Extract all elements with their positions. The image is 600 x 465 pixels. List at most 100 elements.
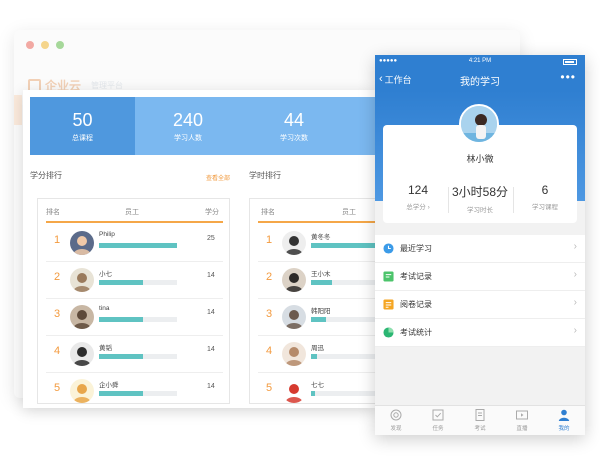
employee-name: 黄韬 — [99, 345, 112, 352]
total-credits-metric[interactable]: 124 总学分 › — [386, 183, 450, 211]
battery-icon — [563, 59, 577, 65]
progress-track — [99, 317, 177, 322]
progress-track — [311, 317, 375, 322]
sidebar-highlight — [14, 95, 22, 125]
avatar-photo — [282, 342, 306, 366]
employee-name: 黄冬冬 — [311, 234, 331, 241]
progress-track — [99, 280, 177, 285]
tab-live[interactable]: 直播 — [501, 406, 543, 435]
metric-label: 学习时长 — [467, 207, 493, 214]
metric-label: 总学分 — [406, 204, 426, 211]
progress-track — [311, 243, 375, 248]
metric-value: 6 — [541, 183, 549, 197]
rank-number: 3 — [53, 308, 61, 320]
progress-fill — [311, 243, 375, 248]
employee-avatar[interactable] — [70, 379, 94, 403]
stat-value: 44 — [283, 109, 305, 130]
employee-avatar[interactable] — [282, 268, 306, 292]
maximize-dot[interactable] — [56, 41, 64, 49]
ranking-row[interactable]: 5 七七 — [258, 373, 375, 408]
ranking-row[interactable]: 1 黄冬冬 — [258, 225, 375, 262]
stat-label: 总课程 — [72, 134, 93, 142]
stat-value: 240 — [172, 109, 204, 130]
employee-name: 企小舜 — [99, 382, 119, 389]
rank-number: 4 — [265, 345, 273, 357]
chevron-right-icon: › — [573, 241, 577, 252]
menu-item-recent-study[interactable]: 最近学习 › — [375, 235, 585, 263]
ranking-row[interactable]: 2 小七 14 — [46, 262, 223, 299]
tab-exams[interactable]: 考试 — [459, 406, 501, 435]
avatar-photo — [282, 268, 306, 292]
menu-label: 考试统计 — [400, 328, 432, 337]
score-value: 14 — [207, 309, 215, 316]
ranking-row[interactable]: 1 Philip 25 — [46, 225, 223, 262]
tab-label: 考试 — [474, 426, 486, 432]
employee-name: 小七 — [99, 271, 112, 278]
grading-record-icon — [383, 299, 394, 310]
employee-header: 员工 — [342, 209, 356, 216]
ranking-row[interactable]: 2 王小木 — [258, 262, 375, 299]
ranking-row[interactable]: 5 企小舜 14 — [46, 373, 223, 408]
profile-icon — [558, 409, 570, 421]
menu-label: 考试记录 — [400, 272, 432, 281]
progress-fill — [99, 354, 143, 359]
ranking-row[interactable]: 3 tina 14 — [46, 299, 223, 336]
tab-profile[interactable]: 我的 — [543, 406, 585, 435]
clock-icon — [383, 243, 394, 254]
stat-learners[interactable]: 240 学习人数 — [135, 97, 241, 155]
employee-avatar[interactable] — [70, 342, 94, 366]
ranking-row[interactable]: 3 韩阳阳 — [258, 299, 375, 336]
task-icon — [432, 409, 444, 421]
view-all-link[interactable]: 查看全部 — [206, 173, 230, 182]
employee-avatar[interactable] — [282, 379, 306, 403]
ranking-row[interactable]: 4 黄韬 14 — [46, 336, 223, 373]
rank-header: 排名 — [261, 209, 275, 216]
metric-value: 124 — [407, 183, 429, 197]
avatar-photo — [70, 305, 94, 329]
progress-fill — [99, 280, 143, 285]
menu-item-grading-records[interactable]: 阅卷记录 › — [375, 291, 585, 319]
rank-number: 5 — [265, 382, 273, 394]
exam-record-icon — [383, 271, 394, 282]
menu-list: 最近学习 › 考试记录 › 阅卷记录 › 考试统计 › — [375, 235, 585, 347]
study-time-metric: 3小时58分 学习时长 — [448, 183, 512, 214]
live-icon — [516, 410, 528, 420]
menu-label: 阅卷记录 — [400, 300, 432, 309]
more-icon[interactable]: ••• — [560, 70, 576, 84]
status-time: 4:21 PM — [468, 58, 492, 64]
menu-item-exam-records[interactable]: 考试记录 › — [375, 263, 585, 291]
user-avatar[interactable] — [459, 104, 499, 144]
tab-label: 直播 — [516, 426, 528, 432]
employee-avatar[interactable] — [282, 305, 306, 329]
rank-number: 2 — [265, 271, 273, 283]
tab-tasks[interactable]: 任务 — [417, 406, 459, 435]
employee-avatar[interactable] — [70, 268, 94, 292]
chevron-right-icon: › — [573, 269, 577, 280]
employee-avatar[interactable] — [282, 342, 306, 366]
chevron-right-icon: › — [427, 204, 430, 211]
employee-avatar[interactable] — [282, 231, 306, 255]
employee-name: 韩阳阳 — [311, 308, 331, 315]
stat-study-sessions[interactable]: 44 学习次数 — [241, 97, 347, 155]
rank-number: 2 — [53, 271, 61, 283]
employee-avatar[interactable] — [70, 231, 94, 255]
time-ranking-panel: 排名 员工 1 黄冬冬 2 王小木 3 韩阳阳 4 周迅 5 七七 — [249, 198, 375, 404]
avatar-photo — [70, 231, 94, 255]
progress-fill — [99, 243, 177, 248]
tab-discover[interactable]: 发现 — [375, 406, 417, 435]
progress-fill — [311, 391, 315, 396]
close-dot[interactable] — [26, 41, 34, 49]
menu-item-exam-statistics[interactable]: 考试统计 › — [375, 319, 585, 347]
ranking-row[interactable]: 4 周迅 — [258, 336, 375, 373]
progress-track — [311, 391, 375, 396]
minimize-dot[interactable] — [41, 41, 49, 49]
employee-avatar[interactable] — [70, 305, 94, 329]
avatar-photo — [70, 379, 94, 403]
header-underline — [46, 221, 223, 223]
tab-bar: 发现 任务 考试 直播 我的 — [375, 405, 585, 435]
stat-total-courses[interactable]: 50 总课程 — [30, 97, 135, 155]
menu-label: 最近学习 — [400, 244, 432, 253]
exam-icon — [475, 409, 485, 421]
chevron-right-icon: › — [573, 297, 577, 308]
progress-fill — [99, 317, 143, 322]
